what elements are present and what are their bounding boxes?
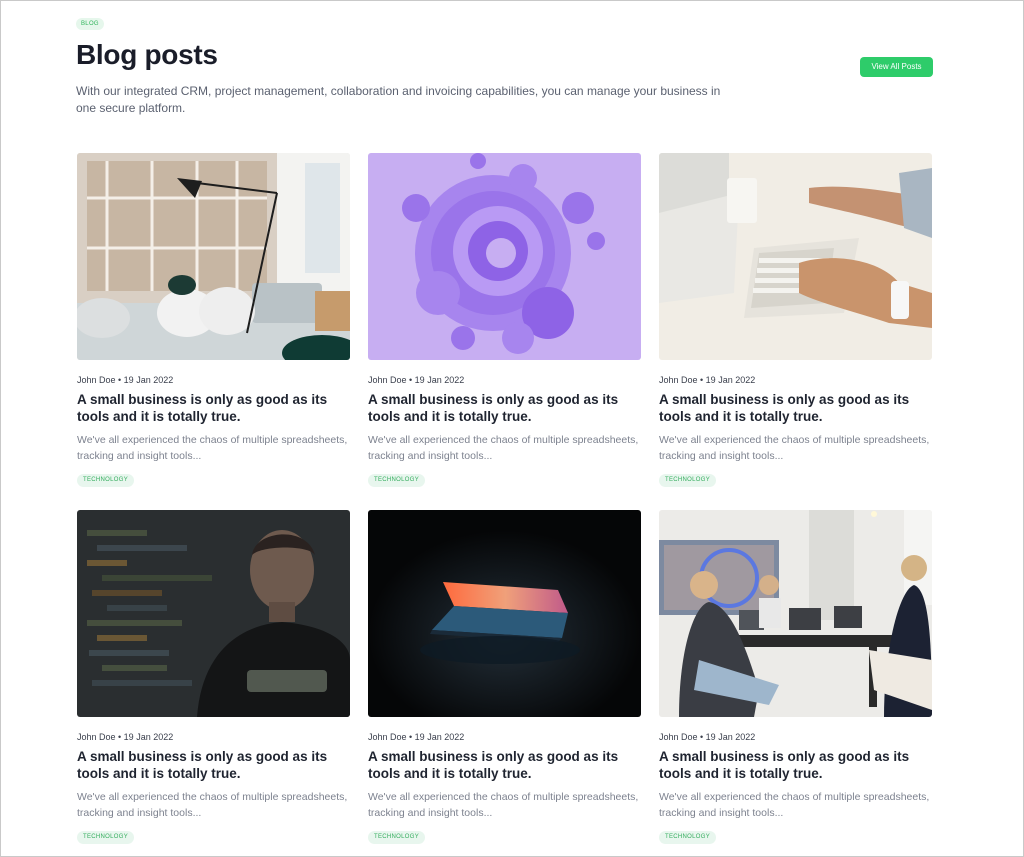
team-meeting-image[interactable] (659, 510, 932, 717)
post-title[interactable]: A small business is only as good as its … (368, 748, 641, 782)
post-title[interactable]: A small business is only as good as its … (659, 391, 932, 425)
post-meta: John Doe • 19 Jan 2022 (659, 375, 756, 385)
post-title[interactable]: A small business is only as good as its … (77, 748, 350, 782)
blog-card[interactable]: John Doe • 19 Jan 2022 A small business … (659, 510, 932, 844)
post-excerpt: We've all experienced the chaos of multi… (77, 791, 348, 819)
section-badge: BLOG (76, 18, 104, 30)
post-meta: John Doe • 19 Jan 2022 (368, 732, 465, 742)
post-title[interactable]: A small business is only as good as its … (368, 391, 641, 425)
post-title[interactable]: A small business is only as good as its … (659, 748, 932, 782)
blog-card[interactable]: John Doe • 19 Jan 2022 A small business … (77, 153, 350, 487)
post-excerpt: We've all experienced the chaos of multi… (77, 434, 348, 462)
category-tag[interactable]: TECHNOLOGY (659, 474, 717, 487)
purple-abstract-image[interactable] (368, 153, 641, 360)
view-all-posts-button[interactable]: View All Posts (860, 57, 933, 77)
developer-code-image[interactable] (77, 510, 350, 717)
post-excerpt: We've all experienced the chaos of multi… (368, 791, 639, 819)
glowing-laptop-image[interactable] (368, 510, 641, 717)
post-title[interactable]: A small business is only as good as its … (77, 391, 350, 425)
office-interior-image[interactable] (77, 153, 350, 360)
post-excerpt: We've all experienced the chaos of multi… (659, 434, 930, 462)
category-tag[interactable]: TECHNOLOGY (368, 831, 426, 844)
keyboard-desk-image[interactable] (659, 153, 932, 360)
post-excerpt: We've all experienced the chaos of multi… (368, 434, 639, 462)
post-meta: John Doe • 19 Jan 2022 (659, 732, 756, 742)
category-tag[interactable]: TECHNOLOGY (659, 831, 717, 844)
blog-page: BLOG Blog posts With our integrated CRM,… (0, 0, 1024, 857)
category-tag[interactable]: TECHNOLOGY (77, 474, 135, 487)
post-meta: John Doe • 19 Jan 2022 (77, 732, 174, 742)
category-tag[interactable]: TECHNOLOGY (77, 831, 135, 844)
page-title: Blog posts (76, 39, 218, 70)
post-excerpt: We've all experienced the chaos of multi… (659, 791, 930, 819)
blog-card[interactable]: John Doe • 19 Jan 2022 A small business … (659, 153, 932, 487)
post-meta: John Doe • 19 Jan 2022 (77, 375, 174, 385)
page-subtitle: With our integrated CRM, project managem… (76, 84, 721, 115)
blog-card[interactable]: John Doe • 19 Jan 2022 A small business … (77, 510, 350, 844)
category-tag[interactable]: TECHNOLOGY (368, 474, 426, 487)
post-meta: John Doe • 19 Jan 2022 (368, 375, 465, 385)
blog-card[interactable]: John Doe • 19 Jan 2022 A small business … (368, 510, 641, 844)
blog-card[interactable]: John Doe • 19 Jan 2022 A small business … (368, 153, 641, 487)
